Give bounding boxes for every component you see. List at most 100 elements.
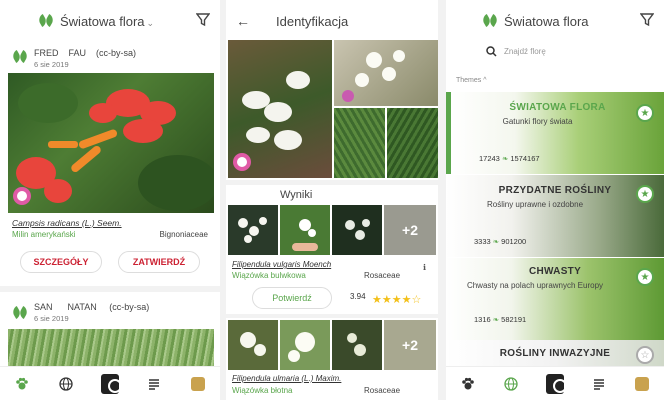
top-bar: Światowa flora ⌄ (0, 0, 220, 42)
leaf-count-icon: ❧ (492, 315, 500, 324)
filter-icon[interactable] (640, 13, 654, 27)
confirm-button[interactable]: ZATWIERDŹ (118, 251, 200, 273)
leaf-count-icon: ❧ (492, 237, 500, 246)
result-thumb[interactable] (332, 205, 382, 255)
star-badge-icon[interactable]: ★ (636, 185, 654, 203)
profile-avatar-icon[interactable] (189, 375, 207, 393)
theme-counts: 17243 ❧ 1574167 (479, 154, 540, 163)
rating-star-icon: ★ (391, 294, 402, 306)
observation-photo[interactable] (8, 329, 214, 366)
query-photo-3[interactable] (334, 108, 385, 178)
theme-card-weeds[interactable]: CHWASTY Chwasty na polach uprawnych Euro… (446, 258, 664, 340)
details-button[interactable]: SZCZEGÓŁY (20, 251, 102, 273)
theme-subtitle: Gatunki flory świata (502, 117, 573, 126)
card-divider (0, 286, 220, 292)
observation-date: 6 sie 2019 (34, 60, 69, 69)
star-badge-icon[interactable]: ★ (636, 104, 654, 122)
common-name: Milin amerykański (12, 230, 76, 239)
theme-counts: 3333 ❧ 901200 (474, 237, 526, 246)
family-name: Bignoniaceae (159, 230, 208, 239)
screen-separator (438, 0, 446, 400)
rating-star-icon: ★ (372, 294, 382, 306)
author-line: FRED FAU (cc-by-sa) (34, 48, 136, 58)
theme-title: ŚWIATOWA FLORA (509, 102, 606, 113)
theme-card-world-flora[interactable]: ŚWIATOWA FLORA Gatunki flory świata 1724… (446, 92, 664, 174)
results-heading: Wyniki (280, 189, 313, 201)
result-thumb[interactable] (332, 320, 382, 370)
info-icon[interactable]: ℹ (423, 263, 426, 272)
result-family: Rosaceae (364, 271, 401, 280)
camera-icon[interactable] (545, 373, 567, 394)
globe-icon[interactable] (502, 375, 520, 393)
top-bar: ← Identyfikacja (226, 0, 438, 42)
result-common-name: Wiązówka błotna (232, 386, 293, 395)
result-family: Rosaceae (364, 386, 401, 395)
trumpet-flower-illustration (13, 83, 214, 211)
species-count: 3333 (474, 237, 491, 246)
filter-icon[interactable] (196, 13, 210, 27)
search-input[interactable]: Znajdź florę (504, 47, 546, 56)
search-bar[interactable]: Znajdź florę (486, 46, 546, 57)
bottom-nav (446, 366, 664, 400)
globe-icon[interactable] (57, 375, 75, 393)
paw-icon[interactable] (13, 375, 31, 393)
star-badge-icon[interactable]: ★ (636, 268, 654, 286)
screen-themes: Światowa flora Znajdź florę Themes ^ ŚWI… (446, 0, 664, 400)
observation-photo[interactable] (8, 73, 214, 213)
list-icon[interactable] (590, 375, 608, 393)
photo-count: 901200 (501, 237, 527, 246)
rating-star-icon: ★ (401, 294, 412, 306)
rating-stars: ★★★★☆ (372, 290, 421, 308)
author-last-name: NATAN (67, 302, 97, 312)
match-score: 3.94 (350, 292, 366, 301)
profile-avatar-icon[interactable] (633, 375, 651, 393)
result-common-name: Wiązówka bulwkowa (232, 271, 306, 280)
flora-selector[interactable]: Światowa flora ⌄ (60, 14, 154, 29)
query-photo-main[interactable] (228, 40, 332, 178)
license-label: (cc-by-sa) (96, 48, 137, 58)
camera-icon[interactable] (101, 373, 122, 394)
result-thumb[interactable] (280, 320, 330, 370)
page-title: Światowa flora (60, 13, 145, 29)
more-photos-count[interactable]: +2 (384, 205, 436, 255)
photo-count: 1574167 (510, 154, 540, 163)
themes-toggle[interactable]: Themes ^ (456, 77, 487, 84)
theme-card-useful-plants[interactable]: PRZYDATNE ROŚLINY Rośliny uprawne i ozdo… (446, 175, 664, 257)
theme-counts: 1316 ❧ 582191 (474, 315, 526, 324)
query-photo-4[interactable] (387, 108, 438, 178)
species-name-link[interactable]: Campsis radicans (L.) Seem. (12, 218, 122, 228)
theme-title: PRZYDATNE ROŚLINY (498, 185, 612, 196)
query-photo-2[interactable] (334, 40, 438, 106)
photo-count: 582191 (501, 315, 527, 324)
rating-star-icon: ☆ (411, 294, 422, 306)
result-thumb[interactable] (228, 320, 278, 370)
bottom-nav (0, 366, 220, 400)
result-thumb[interactable] (280, 205, 330, 255)
page-title: Światowa flora (504, 13, 589, 29)
themes-label: Themes (456, 77, 482, 84)
search-icon (486, 46, 497, 57)
confirm-button[interactable]: Potwierdź (252, 287, 332, 309)
author-first-name: SAN (34, 302, 53, 312)
author-line: SAN NATAN (cc-by-sa) (34, 302, 149, 312)
paw-icon[interactable] (459, 375, 477, 393)
author-last-name: FAU (68, 48, 87, 58)
result-species-link[interactable]: Filipendula ulmaria (L.) Maxim. (232, 374, 341, 383)
star-badge-outline-icon[interactable]: ☆ (636, 346, 654, 364)
section-divider (226, 314, 438, 318)
back-arrow-icon[interactable]: ← (236, 13, 250, 29)
result-thumb[interactable] (228, 205, 278, 255)
theme-card-invasive[interactable]: ROŚLINY INWAZYJNE ☆ (446, 340, 664, 366)
page-title: Identyfikacja (276, 13, 349, 29)
observation-date: 6 sie 2019 (34, 314, 69, 323)
leaf-count-icon: ❧ (501, 154, 509, 163)
chevron-down-icon: ⌄ (146, 17, 155, 28)
list-icon[interactable] (145, 375, 163, 393)
more-photos-count[interactable]: +2 (384, 320, 436, 370)
white-flower-illustration (233, 71, 310, 171)
chevron-up-icon: ^ (483, 77, 487, 84)
result-species-link[interactable]: Filipendula vulgaris Moench (232, 260, 331, 269)
top-bar: Światowa flora (446, 0, 664, 42)
license-label: (cc-by-sa) (109, 302, 150, 312)
author-first-name: FRED (34, 48, 59, 58)
